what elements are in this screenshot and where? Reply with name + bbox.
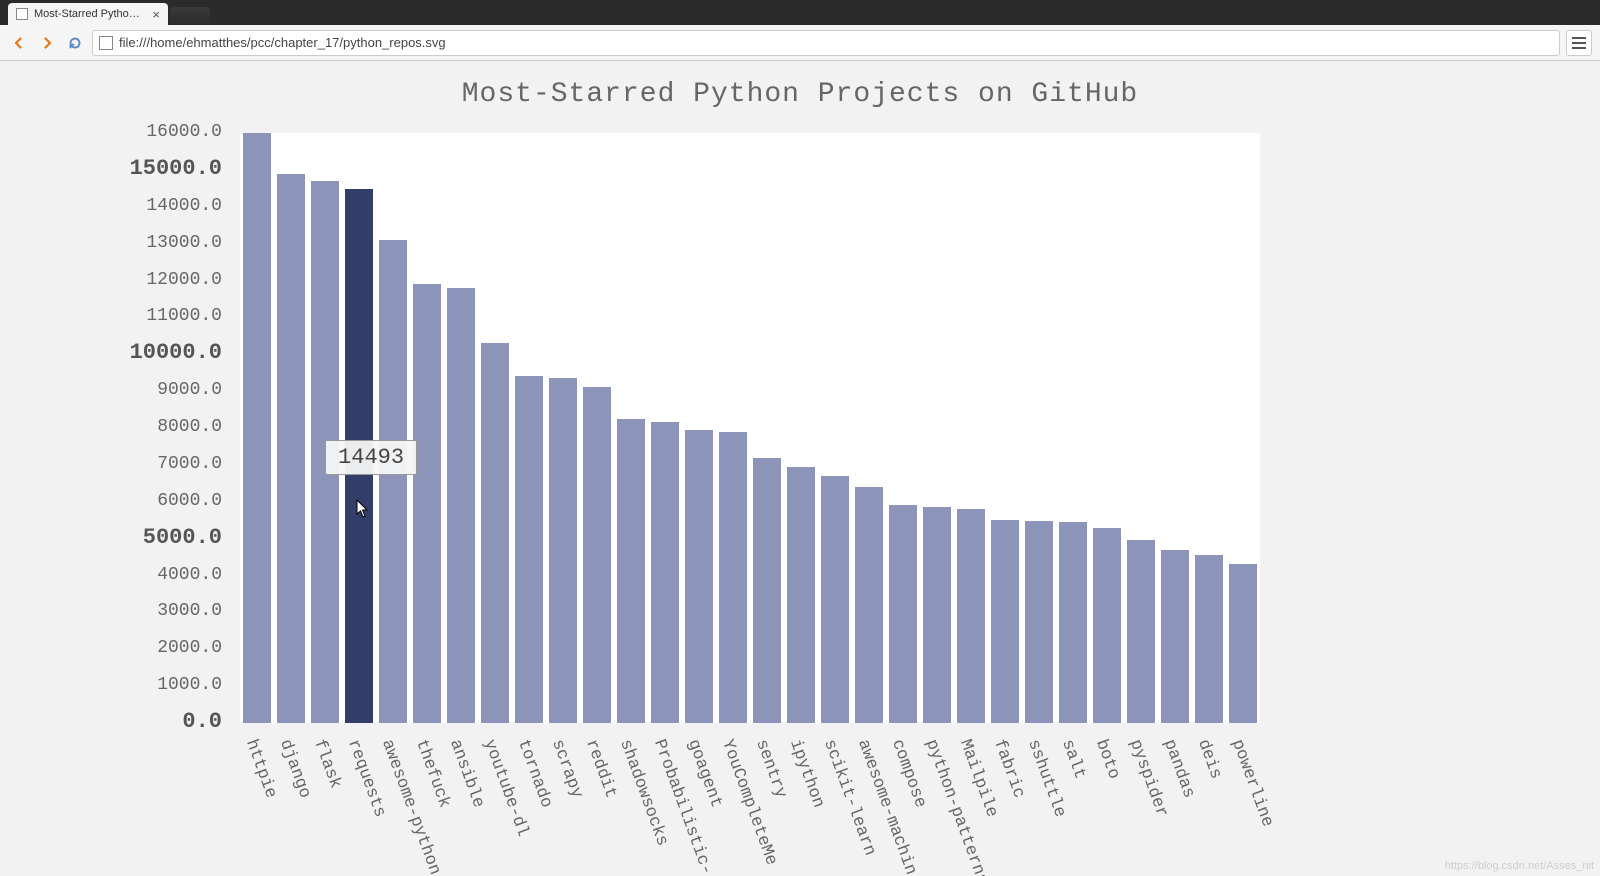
bar[interactable] bbox=[379, 240, 407, 723]
x-axis-labels: httpiedjangoflaskrequestsawesome-pythont… bbox=[240, 729, 1260, 869]
bar[interactable] bbox=[719, 432, 747, 723]
menu-button[interactable] bbox=[1566, 30, 1592, 56]
file-icon bbox=[99, 36, 113, 50]
browser-toolbar: file:///home/ehmatthes/pcc/chapter_17/py… bbox=[0, 25, 1600, 61]
new-tab-ghost[interactable] bbox=[170, 7, 210, 25]
y-tick-label: 1000.0 bbox=[157, 675, 222, 695]
x-tick-label: reddit bbox=[581, 737, 620, 801]
y-tick-label: 16000.0 bbox=[146, 122, 222, 142]
bar[interactable] bbox=[1161, 550, 1189, 723]
y-tick-label: 13000.0 bbox=[146, 233, 222, 253]
x-tick-label: salt bbox=[1057, 737, 1089, 782]
y-tick-label: 4000.0 bbox=[157, 565, 222, 585]
bar[interactable] bbox=[821, 476, 849, 723]
y-tick-label: 8000.0 bbox=[157, 417, 222, 437]
bar[interactable] bbox=[1127, 540, 1155, 723]
browser-tabbar: Most-Starred Python P × bbox=[0, 0, 1600, 25]
x-tick-label: flask bbox=[309, 737, 344, 791]
bar[interactable] bbox=[549, 378, 577, 723]
bar[interactable] bbox=[1059, 522, 1087, 723]
bar[interactable] bbox=[243, 133, 271, 723]
y-tick-label: 10000.0 bbox=[130, 340, 222, 365]
reload-button[interactable] bbox=[64, 32, 86, 54]
bar[interactable] bbox=[685, 430, 713, 723]
bar[interactable] bbox=[651, 422, 679, 723]
hamburger-icon bbox=[1572, 37, 1586, 49]
y-axis-labels: 0.05000.010000.015000.01000.02000.03000.… bbox=[0, 133, 230, 723]
x-tick-label: boto bbox=[1091, 737, 1123, 782]
x-tick-label: django bbox=[275, 737, 314, 801]
bar[interactable] bbox=[787, 467, 815, 723]
tooltip-value: 14493 bbox=[338, 445, 404, 470]
x-tick-label: deis bbox=[1193, 737, 1225, 782]
watermark: https://blog.csdn.net/Asses_nit bbox=[1445, 860, 1594, 872]
x-tick-label: httpie bbox=[241, 737, 280, 801]
bar[interactable] bbox=[583, 387, 611, 723]
x-tick-label: fabric bbox=[989, 737, 1028, 801]
y-tick-label: 7000.0 bbox=[157, 454, 222, 474]
browser-tab[interactable]: Most-Starred Python P × bbox=[8, 3, 168, 25]
file-icon bbox=[16, 8, 28, 20]
x-tick-label: scrapy bbox=[547, 737, 586, 801]
bar[interactable] bbox=[991, 520, 1019, 723]
bar[interactable] bbox=[1229, 564, 1257, 723]
back-button[interactable] bbox=[8, 32, 30, 54]
chart-container: Most-Starred Python Projects on GitHub 0… bbox=[0, 61, 1600, 876]
x-tick-label: powerline bbox=[1227, 737, 1276, 830]
plot-area bbox=[240, 133, 1260, 723]
tooltip: 14493 bbox=[325, 440, 417, 475]
bar[interactable] bbox=[923, 507, 951, 723]
bar[interactable] bbox=[1093, 528, 1121, 723]
bar[interactable] bbox=[447, 288, 475, 723]
bar[interactable] bbox=[855, 487, 883, 723]
page-viewport: Most-Starred Python Projects on GitHub 0… bbox=[0, 61, 1600, 876]
close-icon[interactable]: × bbox=[152, 8, 160, 21]
y-tick-label: 3000.0 bbox=[157, 601, 222, 621]
bar[interactable] bbox=[753, 458, 781, 724]
y-tick-label: 5000.0 bbox=[143, 525, 222, 550]
y-tick-label: 6000.0 bbox=[157, 491, 222, 511]
chart-title: Most-Starred Python Projects on GitHub bbox=[0, 61, 1600, 110]
bar[interactable] bbox=[617, 419, 645, 723]
y-tick-label: 15000.0 bbox=[130, 156, 222, 181]
bar[interactable] bbox=[277, 174, 305, 723]
y-tick-label: 12000.0 bbox=[146, 270, 222, 290]
bar[interactable] bbox=[1195, 555, 1223, 723]
bar[interactable] bbox=[889, 505, 917, 723]
url-text: file:///home/ehmatthes/pcc/chapter_17/py… bbox=[119, 35, 446, 50]
y-tick-label: 11000.0 bbox=[146, 306, 222, 326]
bar[interactable] bbox=[413, 284, 441, 723]
x-tick-label: pandas bbox=[1159, 737, 1198, 801]
bar[interactable] bbox=[481, 343, 509, 723]
y-tick-label: 2000.0 bbox=[157, 638, 222, 658]
x-tick-label: sentry bbox=[751, 737, 790, 801]
y-tick-label: 14000.0 bbox=[146, 196, 222, 216]
tab-title: Most-Starred Python P bbox=[34, 8, 142, 20]
y-tick-label: 0.0 bbox=[182, 709, 222, 734]
bar[interactable] bbox=[1025, 521, 1053, 723]
bar[interactable] bbox=[957, 509, 985, 723]
url-bar[interactable]: file:///home/ehmatthes/pcc/chapter_17/py… bbox=[92, 30, 1560, 56]
bar[interactable] bbox=[515, 376, 543, 723]
y-tick-label: 9000.0 bbox=[157, 380, 222, 400]
forward-button[interactable] bbox=[36, 32, 58, 54]
